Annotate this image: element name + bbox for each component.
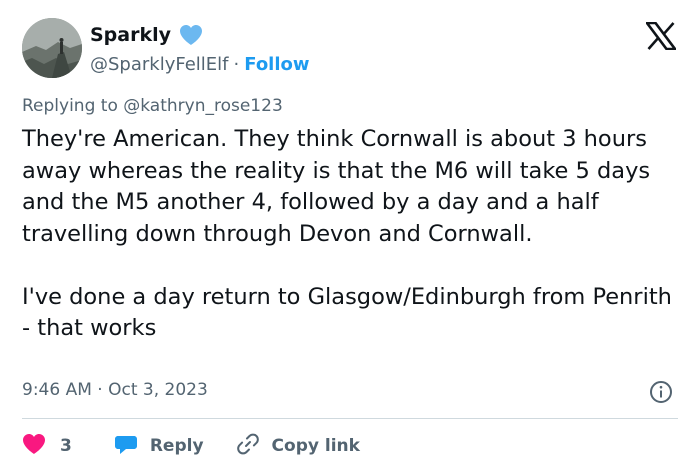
copy-link-label: Copy link	[271, 436, 360, 456]
tweet-paragraph: I've done a day return to Glasgow/Edinbu…	[22, 283, 672, 342]
follow-button[interactable]: Follow	[244, 54, 309, 75]
heart-icon	[22, 433, 46, 460]
like-button[interactable]: 3	[22, 433, 72, 460]
action-bar: 3 Reply Copy link	[22, 430, 360, 462]
replying-prefix: Replying to	[22, 96, 118, 116]
info-icon[interactable]	[649, 380, 673, 404]
replying-mention-link[interactable]: @kathryn_rose123	[123, 96, 283, 116]
display-name[interactable]: Sparkly	[90, 24, 171, 46]
divider	[22, 418, 678, 419]
x-logo-icon[interactable]	[644, 21, 678, 51]
separator-dot: ·	[233, 53, 240, 75]
copy-link-button[interactable]: Copy link	[236, 432, 360, 461]
author-names: Sparkly @SparklyFellElf · Follow	[90, 22, 310, 76]
author-handle[interactable]: @SparklyFellElf	[90, 54, 229, 75]
reply-button[interactable]: Reply	[114, 433, 204, 460]
tweet-text: They're American. They think Cornwall is…	[22, 124, 682, 345]
avatar[interactable]	[22, 18, 82, 78]
reply-label: Reply	[149, 436, 204, 456]
replying-to: Replying to @kathryn_rose123	[22, 96, 283, 116]
tweet-header: Sparkly @SparklyFellElf · Follow	[22, 18, 682, 80]
link-icon	[236, 432, 260, 461]
tweet-paragraph: They're American. They think Cornwall is…	[22, 126, 651, 247]
like-count: 3	[60, 436, 72, 456]
tweet-timestamp[interactable]: 9:46 AM · Oct 3, 2023	[22, 380, 208, 400]
verified-heart-icon	[179, 24, 203, 46]
reply-bubble-icon	[114, 433, 138, 460]
